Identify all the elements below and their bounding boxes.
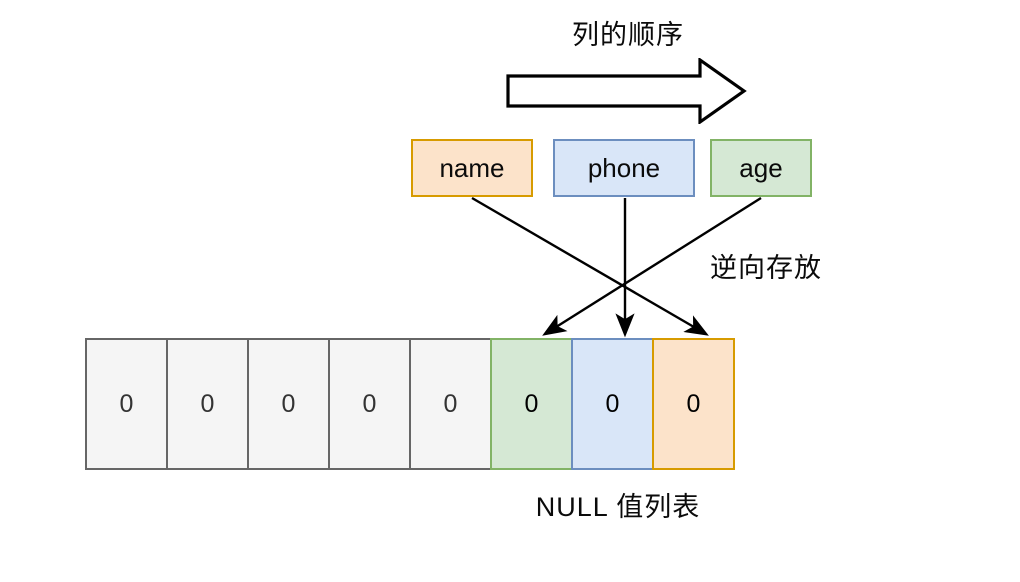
connector-arrow-name [471,196,709,336]
null-bitmap-cell-value: 0 [443,389,458,418]
null-bitmap-cell-value: 0 [200,389,215,418]
column-box-age-label: age [739,152,783,183]
null-bitmap-cell-value: 0 [119,389,134,418]
column-box-age[interactable]: age [710,139,812,197]
null-bitmap-cell[interactable]: 0 [247,338,330,470]
null-bitmap-cell-value: 0 [281,389,296,418]
null-bitmap-row: 0 0 0 0 0 0 0 0 [85,338,735,470]
reverse-storage-caption: 逆向存放 [710,253,822,283]
null-value-list-caption: NULL 值列表 [535,492,701,522]
right-block-arrow-icon [500,56,750,126]
null-bitmap-cell[interactable]: 0 [166,338,249,470]
null-bitmap-cell[interactable]: 0 [490,338,573,470]
null-bitmap-cell-value: 0 [686,389,701,418]
column-box-name-label: name [439,152,505,183]
null-bitmap-cell[interactable]: 0 [571,338,654,470]
null-bitmap-cell-value: 0 [605,389,620,418]
column-box-name[interactable]: name [411,139,533,197]
column-box-phone[interactable]: phone [553,139,695,197]
column-order-caption: 列的顺序 [572,20,684,50]
column-box-phone-label: phone [587,152,661,183]
null-bitmap-cell[interactable]: 0 [409,338,492,470]
null-bitmap-cell-value: 0 [524,389,539,418]
null-bitmap-cell[interactable]: 0 [85,338,168,470]
null-bitmap-cell-value: 0 [362,389,377,418]
null-bitmap-cell[interactable]: 0 [328,338,411,470]
null-bitmap-cell[interactable]: 0 [652,338,735,470]
diagram-canvas: 列的顺序 name phone age 逆向存放 0 0 0 0 0 0 0 0 NULL 值… [0,0,1020,582]
